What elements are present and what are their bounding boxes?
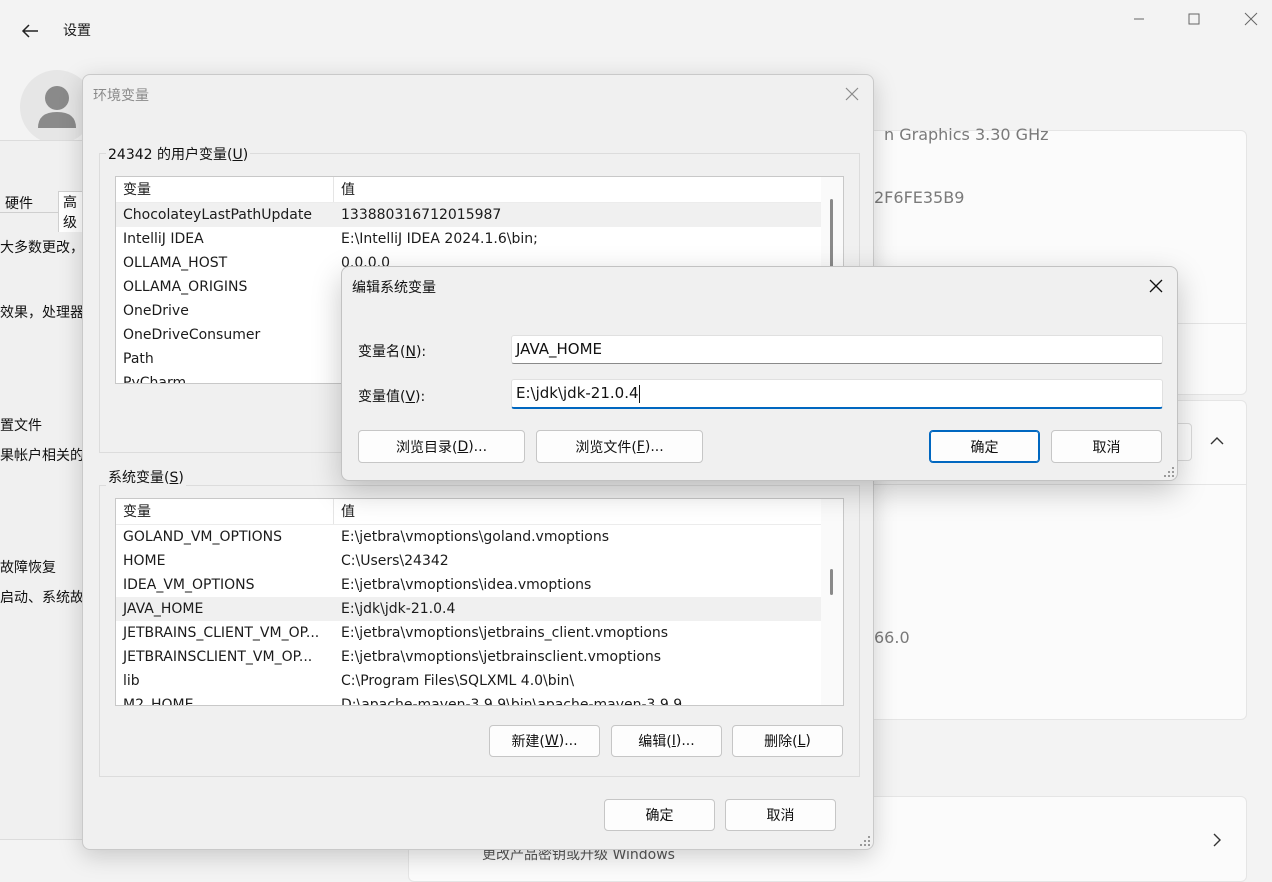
variable-name-cell: HOME [123, 553, 166, 569]
variable-name-cell: JETBRAINS_CLIENT_VM_OP... [123, 625, 320, 641]
ok-button[interactable]: 确定 [604, 799, 715, 831]
variable-value-cell: C:\Users\24342 [341, 553, 449, 569]
variable-value-cell: D:\apache-maven-3.9.9\bin\apache-maven-3… [341, 697, 683, 706]
dialog-title: 环境变量 [93, 88, 149, 104]
variable-name-cell: ChocolateyLastPathUpdate [123, 207, 312, 223]
tab-hardware[interactable]: 硬件 [5, 193, 33, 213]
delete-button[interactable]: 删除(L) [732, 725, 843, 757]
variable-value-cell: E:\jdk\jdk-21.0.4 [341, 601, 456, 617]
variable-value-label: 变量值(V): [358, 389, 426, 405]
bg-graphics-text: n Graphics 3.30 GHz [884, 125, 1049, 144]
sysprop-text: 果帐户相关的 [0, 448, 84, 464]
table-row[interactable]: IntelliJ IDEA E:\IntelliJ IDEA 2024.1.6\b… [116, 227, 821, 251]
chevron-right-icon[interactable] [1207, 830, 1227, 850]
table-row[interactable]: GOLAND_VM_OPTIONS E:\jetbra\vmoptions\gol… [116, 525, 821, 549]
variable-value-cell: E:\jetbra\vmoptions\idea.vmoptions [341, 577, 592, 593]
sysprop-text: 故障恢复 [0, 560, 56, 576]
list-header: 变量 值 [116, 177, 821, 203]
table-row[interactable]: HOME C:\Users\24342 [116, 549, 821, 573]
ok-button[interactable]: 确定 [929, 430, 1040, 463]
variable-value-cell: 133880316712015987 [341, 207, 502, 223]
column-header-variable[interactable]: 变量 [116, 499, 334, 524]
maximize-icon[interactable] [1183, 8, 1205, 30]
bg-id-text: 2F6FE35B9 [874, 188, 965, 207]
chevron-up-icon[interactable] [1207, 431, 1227, 451]
minimize-icon[interactable] [1128, 8, 1150, 30]
browse-file-button[interactable]: 浏览文件(F)... [536, 430, 703, 463]
variable-value-cell: E:\IntelliJ IDEA 2024.1.6\bin; [341, 231, 538, 247]
back-arrow-icon[interactable] [18, 20, 42, 42]
vertical-scrollbar[interactable] [821, 499, 843, 705]
sysprop-text: 效果，处理器 [0, 305, 84, 321]
variable-name-cell: JAVA_HOME [123, 601, 204, 617]
card-divider [840, 484, 1247, 485]
cancel-button[interactable]: 取消 [1051, 430, 1162, 463]
settings-title: 设置 [63, 23, 91, 39]
variable-name-cell: PyCharm [123, 375, 187, 384]
column-header-variable[interactable]: 变量 [116, 177, 334, 202]
system-properties-window: 硬件 高级 大多数更改， 效果，处理器 置文件 果帐户相关的 故障恢复 启动、系… [0, 140, 90, 840]
table-row[interactable]: M2_HOME D:\apache-maven-3.9.9\bin\apache-… [116, 693, 821, 706]
scrollbar-thumb[interactable] [830, 569, 833, 595]
variable-name-cell: GOLAND_VM_OPTIONS [123, 529, 282, 545]
resize-grip-icon[interactable] [1163, 466, 1175, 478]
table-row[interactable]: lib C:\Program Files\SQLXML 4.0\bin\ [116, 669, 821, 693]
table-row[interactable]: IDEA_VM_OPTIONS E:\jetbra\vmoptions\idea.… [116, 573, 821, 597]
sysprop-text: 启动、系统故 [0, 590, 84, 606]
system-variables-list[interactable]: 变量 值 GOLAND_VM_OPTIONS E:\jetbra\vmoption… [115, 498, 844, 706]
edit-button[interactable]: 编辑(I)... [611, 725, 722, 757]
table-row[interactable]: JETBRAINSCLIENT_VM_OP... E:\jetbra\vmopti… [116, 645, 821, 669]
variable-name-field[interactable]: JAVA_HOME [511, 335, 1163, 364]
variable-name-cell: lib [123, 673, 140, 689]
resize-grip-icon[interactable] [859, 835, 871, 847]
dialog-title: 编辑系统变量 [352, 280, 436, 296]
column-header-value[interactable]: 值 [334, 177, 821, 202]
variable-value-cell: E:\jetbra\vmoptions\jetbrains_client.vmo… [341, 625, 669, 641]
close-icon[interactable] [841, 83, 863, 105]
browse-directory-button[interactable]: 浏览目录(D)... [358, 430, 525, 463]
column-header-value[interactable]: 值 [334, 499, 821, 524]
variable-value-field[interactable]: E:\jdk\jdk-21.0.4 [511, 379, 1163, 409]
list-header: 变量 值 [116, 499, 821, 525]
sysprop-text: 置文件 [0, 418, 42, 434]
edit-system-variable-dialog: 编辑系统变量 变量名(N): JAVA_HOME 变量值(V): E:\jdk\… [341, 266, 1178, 481]
variable-name-cell: OneDrive [123, 303, 189, 319]
variable-name-cell: IDEA_VM_OPTIONS [123, 577, 255, 593]
scrollbar-thumb[interactable] [830, 199, 833, 271]
close-icon[interactable] [1145, 275, 1167, 297]
bg-build-text: 66.0 [874, 628, 910, 647]
sysprop-text: 大多数更改， [0, 240, 84, 256]
cancel-button[interactable]: 取消 [725, 799, 836, 831]
variable-value-cell: E:\jetbra\vmoptions\goland.vmoptions [341, 529, 610, 545]
new-button[interactable]: 新建(W)... [489, 725, 600, 757]
table-row[interactable]: JETBRAINS_CLIENT_VM_OP... E:\jetbra\vmopt… [116, 621, 821, 645]
variable-name-cell: OneDriveConsumer [123, 327, 261, 343]
close-icon[interactable] [1240, 8, 1262, 30]
variable-name-cell: OLLAMA_HOST [123, 255, 228, 271]
variable-value-cell: C:\Program Files\SQLXML 4.0\bin\ [341, 673, 575, 689]
table-row[interactable]: ChocolateyLastPathUpdate 1338803167120159… [116, 203, 821, 227]
text-caret [638, 384, 640, 403]
variable-name-cell: IntelliJ IDEA [123, 231, 204, 247]
system-variables-label: 系统变量(S) [106, 467, 186, 487]
table-row[interactable]: JAVA_HOME E:\jdk\jdk-21.0.4 [116, 597, 821, 621]
variable-value-cell: E:\jetbra\vmoptions\jetbrainsclient.vmop… [341, 649, 662, 665]
variable-name-cell: JETBRAINSCLIENT_VM_OP... [123, 649, 313, 665]
variable-name-label: 变量名(N): [358, 344, 427, 360]
user-variables-label: 24342 的用户变量(U) [106, 144, 251, 164]
variable-name-cell: M2_HOME [123, 697, 194, 706]
variable-name-cell: OLLAMA_ORIGINS [123, 279, 248, 295]
variable-name-cell: Path [123, 351, 154, 367]
